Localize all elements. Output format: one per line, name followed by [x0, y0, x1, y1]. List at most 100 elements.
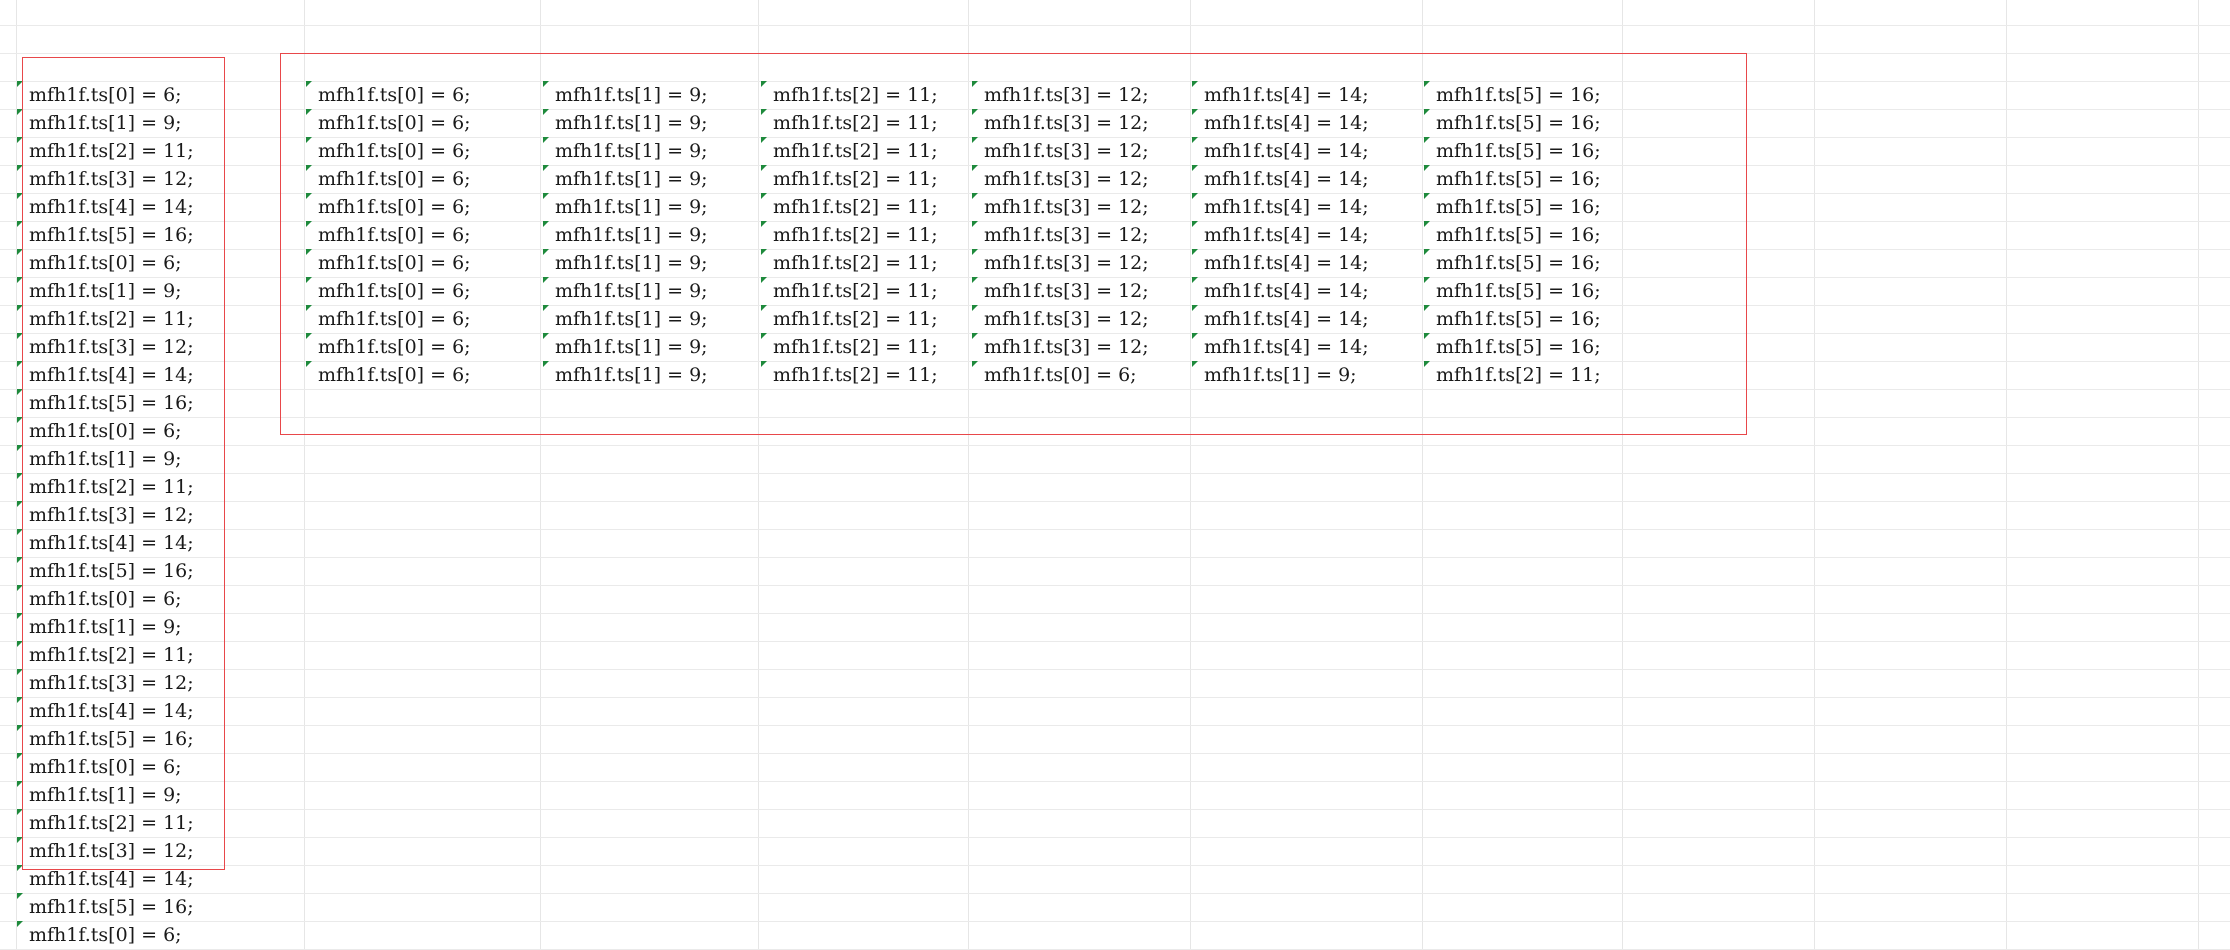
cell-left-20[interactable]: mfh1f.ts[2] = 11; [17, 641, 194, 669]
cell-grid-r3-c2[interactable]: mfh1f.ts[2] = 11; [761, 165, 938, 193]
cell-grid-r8-c0[interactable]: mfh1f.ts[0] = 6; [306, 305, 471, 333]
cell-grid-r3-c5[interactable]: mfh1f.ts[5] = 16; [1424, 165, 1601, 193]
cell-left-17[interactable]: mfh1f.ts[5] = 16; [17, 557, 194, 585]
cell-grid-r2-c5[interactable]: mfh1f.ts[5] = 16; [1424, 137, 1601, 165]
cell-left-5[interactable]: mfh1f.ts[5] = 16; [17, 221, 194, 249]
cell-left-12[interactable]: mfh1f.ts[0] = 6; [17, 417, 182, 445]
cell-grid-r0-c5[interactable]: mfh1f.ts[5] = 16; [1424, 81, 1601, 109]
cell-grid-r3-c0[interactable]: mfh1f.ts[0] = 6; [306, 165, 471, 193]
cell-grid-r8-c3[interactable]: mfh1f.ts[3] = 12; [972, 305, 1149, 333]
cell-left-8[interactable]: mfh1f.ts[2] = 11; [17, 305, 194, 333]
cell-left-14[interactable]: mfh1f.ts[2] = 11; [17, 473, 194, 501]
cell-left-27[interactable]: mfh1f.ts[3] = 12; [17, 837, 194, 865]
cell-grid-r4-c4[interactable]: mfh1f.ts[4] = 14; [1192, 193, 1369, 221]
cell-left-1[interactable]: mfh1f.ts[1] = 9; [17, 109, 182, 137]
cell-grid-r1-c5[interactable]: mfh1f.ts[5] = 16; [1424, 109, 1601, 137]
cell-left-24[interactable]: mfh1f.ts[0] = 6; [17, 753, 182, 781]
cell-grid-r4-c1[interactable]: mfh1f.ts[1] = 9; [543, 193, 708, 221]
cell-grid-r7-c3[interactable]: mfh1f.ts[3] = 12; [972, 277, 1149, 305]
cell-grid-r7-c4[interactable]: mfh1f.ts[4] = 14; [1192, 277, 1369, 305]
cell-left-22[interactable]: mfh1f.ts[4] = 14; [17, 697, 194, 725]
cell-grid-r10-c2[interactable]: mfh1f.ts[2] = 11; [761, 361, 938, 389]
spreadsheet-grid[interactable]: mfh1f.ts[0] = 6; mfh1f.ts[1] = 9; mfh1f.ts… [0, 0, 2230, 950]
cell-left-19[interactable]: mfh1f.ts[1] = 9; [17, 613, 182, 641]
cell-grid-r5-c3[interactable]: mfh1f.ts[3] = 12; [972, 221, 1149, 249]
cell-grid-r9-c1[interactable]: mfh1f.ts[1] = 9; [543, 333, 708, 361]
cell-left-11[interactable]: mfh1f.ts[5] = 16; [17, 389, 194, 417]
cell-grid-r5-c1[interactable]: mfh1f.ts[1] = 9; [543, 221, 708, 249]
cell-left-6[interactable]: mfh1f.ts[0] = 6; [17, 249, 182, 277]
cell-grid-r2-c1[interactable]: mfh1f.ts[1] = 9; [543, 137, 708, 165]
cell-grid-r4-c3[interactable]: mfh1f.ts[3] = 12; [972, 193, 1149, 221]
cell-grid-r2-c4[interactable]: mfh1f.ts[4] = 14; [1192, 137, 1369, 165]
cell-left-30[interactable]: mfh1f.ts[0] = 6; [17, 921, 182, 949]
cell-left-13[interactable]: mfh1f.ts[1] = 9; [17, 445, 182, 473]
cell-grid-r3-c3[interactable]: mfh1f.ts[3] = 12; [972, 165, 1149, 193]
cell-left-7[interactable]: mfh1f.ts[1] = 9; [17, 277, 182, 305]
cell-grid-r8-c5[interactable]: mfh1f.ts[5] = 16; [1424, 305, 1601, 333]
cell-grid-r3-c1[interactable]: mfh1f.ts[1] = 9; [543, 165, 708, 193]
cell-grid-r0-c1[interactable]: mfh1f.ts[1] = 9; [543, 81, 708, 109]
cell-left-21[interactable]: mfh1f.ts[3] = 12; [17, 669, 194, 697]
cell-grid-r6-c3[interactable]: mfh1f.ts[3] = 12; [972, 249, 1149, 277]
cell-grid-r10-c0[interactable]: mfh1f.ts[0] = 6; [306, 361, 471, 389]
cell-grid-r8-c4[interactable]: mfh1f.ts[4] = 14; [1192, 305, 1369, 333]
cell-grid-r9-c4[interactable]: mfh1f.ts[4] = 14; [1192, 333, 1369, 361]
cell-grid-r6-c5[interactable]: mfh1f.ts[5] = 16; [1424, 249, 1601, 277]
cell-grid-r5-c2[interactable]: mfh1f.ts[2] = 11; [761, 221, 938, 249]
cell-left-15[interactable]: mfh1f.ts[3] = 12; [17, 501, 194, 529]
cell-grid-r9-c5[interactable]: mfh1f.ts[5] = 16; [1424, 333, 1601, 361]
cell-left-3[interactable]: mfh1f.ts[3] = 12; [17, 165, 194, 193]
cell-grid-r10-c1[interactable]: mfh1f.ts[1] = 9; [543, 361, 708, 389]
cell-left-18[interactable]: mfh1f.ts[0] = 6; [17, 585, 182, 613]
cell-left-0[interactable]: mfh1f.ts[0] = 6; [17, 81, 182, 109]
cell-grid-r7-c1[interactable]: mfh1f.ts[1] = 9; [543, 277, 708, 305]
cell-left-4[interactable]: mfh1f.ts[4] = 14; [17, 193, 194, 221]
cell-grid-r4-c2[interactable]: mfh1f.ts[2] = 11; [761, 193, 938, 221]
cell-grid-r1-c2[interactable]: mfh1f.ts[2] = 11; [761, 109, 938, 137]
cell-left-16[interactable]: mfh1f.ts[4] = 14; [17, 529, 194, 557]
cell-grid-r1-c4[interactable]: mfh1f.ts[4] = 14; [1192, 109, 1369, 137]
cell-left-10[interactable]: mfh1f.ts[4] = 14; [17, 361, 194, 389]
cell-grid-r6-c2[interactable]: mfh1f.ts[2] = 11; [761, 249, 938, 277]
cell-left-2[interactable]: mfh1f.ts[2] = 11; [17, 137, 194, 165]
cell-grid-r10-c5[interactable]: mfh1f.ts[2] = 11; [1424, 361, 1601, 389]
cell-grid-r10-c4[interactable]: mfh1f.ts[1] = 9; [1192, 361, 1357, 389]
cell-left-23[interactable]: mfh1f.ts[5] = 16; [17, 725, 194, 753]
cell-grid-r0-c0[interactable]: mfh1f.ts[0] = 6; [306, 81, 471, 109]
cell-grid-r7-c0[interactable]: mfh1f.ts[0] = 6; [306, 277, 471, 305]
cell-grid-r0-c3[interactable]: mfh1f.ts[3] = 12; [972, 81, 1149, 109]
cell-grid-r9-c3[interactable]: mfh1f.ts[3] = 12; [972, 333, 1149, 361]
cell-grid-r7-c5[interactable]: mfh1f.ts[5] = 16; [1424, 277, 1601, 305]
cell-grid-r8-c2[interactable]: mfh1f.ts[2] = 11; [761, 305, 938, 333]
cell-grid-r1-c0[interactable]: mfh1f.ts[0] = 6; [306, 109, 471, 137]
cell-left-25[interactable]: mfh1f.ts[1] = 9; [17, 781, 182, 809]
cell-grid-r3-c4[interactable]: mfh1f.ts[4] = 14; [1192, 165, 1369, 193]
cell-grid-r0-c2[interactable]: mfh1f.ts[2] = 11; [761, 81, 938, 109]
cell-grid-r5-c0[interactable]: mfh1f.ts[0] = 6; [306, 221, 471, 249]
cell-grid-r5-c4[interactable]: mfh1f.ts[4] = 14; [1192, 221, 1369, 249]
cell-grid-r1-c1[interactable]: mfh1f.ts[1] = 9; [543, 109, 708, 137]
cell-grid-r0-c4[interactable]: mfh1f.ts[4] = 14; [1192, 81, 1369, 109]
cell-grid-r6-c0[interactable]: mfh1f.ts[0] = 6; [306, 249, 471, 277]
column-gridline [1190, 0, 1191, 950]
cell-grid-r8-c1[interactable]: mfh1f.ts[1] = 9; [543, 305, 708, 333]
cell-grid-r2-c3[interactable]: mfh1f.ts[3] = 12; [972, 137, 1149, 165]
cell-grid-r10-c3[interactable]: mfh1f.ts[0] = 6; [972, 361, 1137, 389]
row-gridline [0, 529, 2230, 530]
cell-left-26[interactable]: mfh1f.ts[2] = 11; [17, 809, 194, 837]
cell-grid-r6-c4[interactable]: mfh1f.ts[4] = 14; [1192, 249, 1369, 277]
cell-grid-r1-c3[interactable]: mfh1f.ts[3] = 12; [972, 109, 1149, 137]
cell-grid-r4-c5[interactable]: mfh1f.ts[5] = 16; [1424, 193, 1601, 221]
cell-grid-r2-c0[interactable]: mfh1f.ts[0] = 6; [306, 137, 471, 165]
cell-grid-r4-c0[interactable]: mfh1f.ts[0] = 6; [306, 193, 471, 221]
cell-left-9[interactable]: mfh1f.ts[3] = 12; [17, 333, 194, 361]
cell-left-28[interactable]: mfh1f.ts[4] = 14; [17, 865, 194, 893]
cell-grid-r9-c2[interactable]: mfh1f.ts[2] = 11; [761, 333, 938, 361]
cell-grid-r6-c1[interactable]: mfh1f.ts[1] = 9; [543, 249, 708, 277]
cell-grid-r7-c2[interactable]: mfh1f.ts[2] = 11; [761, 277, 938, 305]
cell-grid-r2-c2[interactable]: mfh1f.ts[2] = 11; [761, 137, 938, 165]
cell-grid-r9-c0[interactable]: mfh1f.ts[0] = 6; [306, 333, 471, 361]
cell-left-29[interactable]: mfh1f.ts[5] = 16; [17, 893, 194, 921]
cell-grid-r5-c5[interactable]: mfh1f.ts[5] = 16; [1424, 221, 1601, 249]
